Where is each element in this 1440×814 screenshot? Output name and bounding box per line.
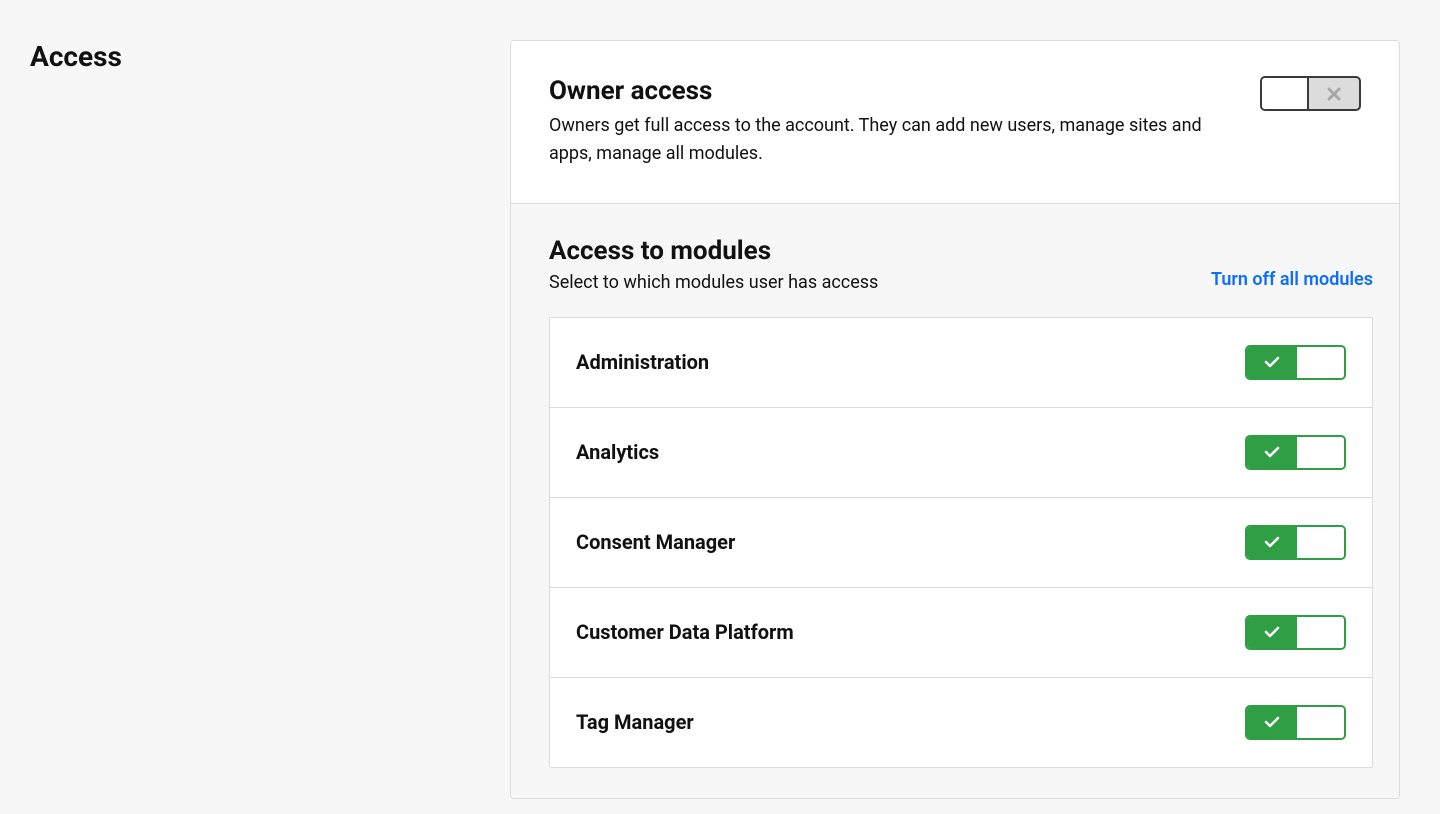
x-icon: [1309, 78, 1359, 109]
module-row-tag-manager: Tag Manager: [550, 678, 1372, 767]
toggle-knob: [1297, 437, 1344, 468]
check-icon: [1247, 707, 1297, 738]
toggle-knob: [1297, 617, 1344, 648]
toggle-knob: [1262, 78, 1309, 109]
owner-access-title: Owner access: [549, 76, 1229, 106]
access-sidebar: Access: [30, 40, 510, 799]
module-toggle-tag-manager[interactable]: [1245, 705, 1346, 740]
module-name: Tag Manager: [576, 710, 694, 734]
owner-access-toggle[interactable]: [1260, 76, 1361, 111]
page-title: Access: [30, 40, 510, 73]
toggle-knob: [1297, 707, 1344, 738]
owner-access-text: Owner access Owners get full access to t…: [549, 76, 1229, 168]
owner-access-section: Owner access Owners get full access to t…: [511, 41, 1399, 204]
module-row-consent-manager: Consent Manager: [550, 498, 1372, 588]
modules-access-title: Access to modules: [549, 236, 878, 266]
check-icon: [1247, 527, 1297, 558]
check-icon: [1247, 617, 1297, 648]
module-name: Customer Data Platform: [576, 620, 794, 644]
check-icon: [1247, 437, 1297, 468]
module-row-customer-data-platform: Customer Data Platform: [550, 588, 1372, 678]
module-row-analytics: Analytics: [550, 408, 1372, 498]
turn-off-all-modules-link[interactable]: Turn off all modules: [1211, 269, 1373, 290]
toggle-knob: [1297, 527, 1344, 558]
module-toggle-consent-manager[interactable]: [1245, 525, 1346, 560]
check-icon: [1247, 347, 1297, 378]
module-toggle-administration[interactable]: [1245, 345, 1346, 380]
owner-access-description: Owners get full access to the account. T…: [549, 112, 1229, 168]
module-name: Analytics: [576, 440, 659, 464]
toggle-knob: [1297, 347, 1344, 378]
modules-header: Access to modules Select to which module…: [549, 236, 1373, 293]
module-toggle-customer-data-platform[interactable]: [1245, 615, 1346, 650]
module-toggle-analytics[interactable]: [1245, 435, 1346, 470]
modules-access-subtitle: Select to which modules user has access: [549, 272, 878, 293]
modules-access-section: Access to modules Select to which module…: [511, 204, 1399, 798]
modules-heading-block: Access to modules Select to which module…: [549, 236, 878, 293]
access-main-panel: Owner access Owners get full access to t…: [510, 40, 1400, 799]
module-row-administration: Administration: [550, 318, 1372, 408]
modules-list: Administration Analytics: [549, 317, 1373, 768]
module-name: Consent Manager: [576, 530, 735, 554]
module-name: Administration: [576, 350, 709, 374]
